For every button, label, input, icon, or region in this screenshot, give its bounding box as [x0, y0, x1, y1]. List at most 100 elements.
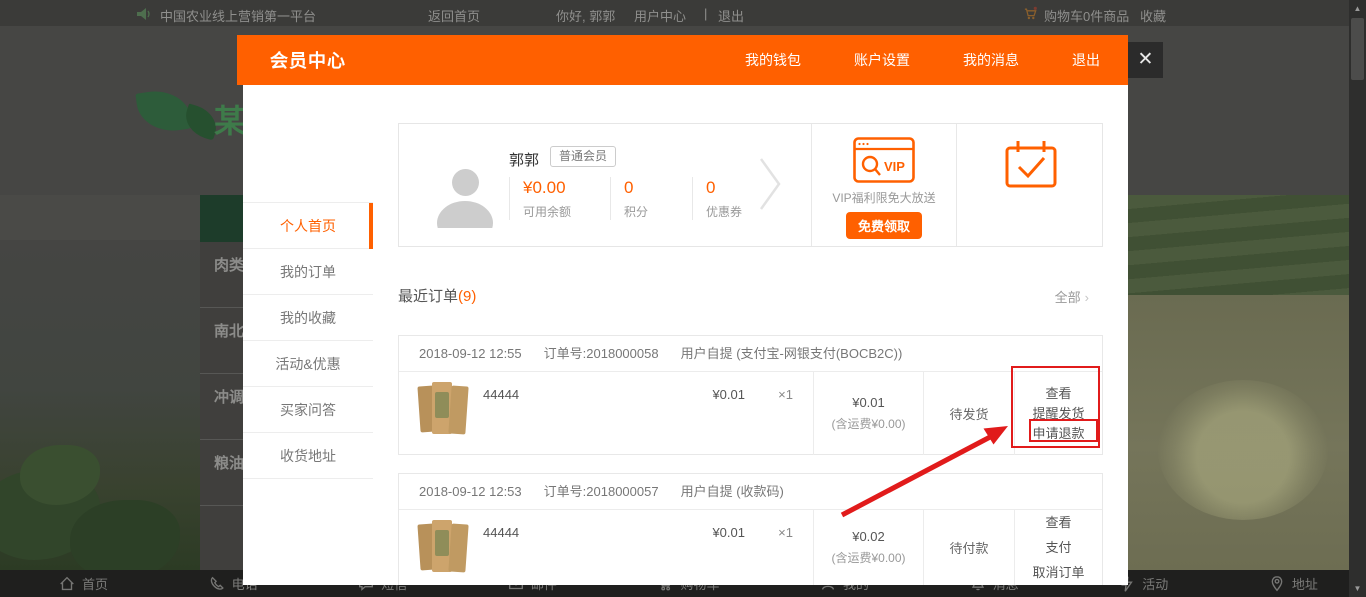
order-card: 2018-09-12 12:55 订单号:2018000058 用户自提 (支付宝-… [398, 335, 1103, 455]
bottomnav-address[interactable]: 地址 [1268, 574, 1318, 593]
action-view[interactable]: 查看 [1045, 384, 1071, 404]
member-sidebar: 个人首页 我的订单 我的收藏 活动&优惠 买家问答 收货地址 [243, 85, 373, 585]
sidebar-item-shipping-address[interactable]: 收货地址 [243, 433, 373, 479]
topbar-separator: | [704, 6, 707, 21]
free-claim-button[interactable]: 免费领取 [846, 212, 922, 239]
order-number: 订单号:2018000057 [544, 484, 659, 499]
modal-title: 会员中心 [270, 47, 346, 73]
sidebar-item-my-orders[interactable]: 我的订单 [243, 249, 373, 295]
product-thumbnail[interactable] [419, 380, 471, 438]
member-modal-body: 个人首页 我的订单 我的收藏 活动&优惠 买家问答 收货地址 郭郭 普通会员 ¥… [243, 85, 1128, 585]
order-datetime: 2018-09-12 12:55 [419, 346, 522, 361]
action-remind-shipment[interactable]: 提醒发货 [1032, 404, 1084, 424]
order-actions-cell: 查看 支付 取消订单 [1014, 510, 1102, 585]
scrollbar-down-icon[interactable]: ▼ [1349, 580, 1366, 597]
scrollbar-thumb[interactable] [1351, 18, 1364, 80]
product-price: ¥0.01 [712, 525, 745, 540]
location-pin-icon [1268, 575, 1286, 593]
product-qty: ×1 [778, 387, 793, 402]
checkin-calendar-icon[interactable] [1004, 139, 1058, 189]
favorites-link[interactable]: 收藏 [1140, 6, 1166, 25]
close-icon[interactable]: ✕ [1128, 42, 1163, 78]
order-product-cell: 44444 ¥0.01 ×1 [399, 510, 813, 585]
order-total: ¥0.02 [852, 529, 885, 544]
site-top-bar: 中国农业线上营销第一平台 返回首页 你好, 郭郭 用户中心 | 退出 购物车0件… [0, 0, 1366, 26]
modal-nav: 我的钱包 账户设置 我的消息 退出 [745, 35, 1100, 85]
product-name[interactable]: 44444 [483, 525, 519, 540]
svg-text:VIP: VIP [884, 159, 905, 174]
phone-icon [208, 575, 226, 593]
order-number: 订单号:2018000058 [544, 346, 659, 361]
action-pay[interactable]: 支付 [1045, 535, 1071, 560]
page-scrollbar[interactable]: ▲ ▼ [1349, 0, 1366, 597]
user-greeting: 你好, 郭郭 [556, 6, 615, 25]
recent-orders-header: 最近订单(9) 全部› [398, 285, 1103, 311]
product-price: ¥0.01 [712, 387, 745, 402]
order-card: 2018-09-12 12:53 订单号:2018000057 用户自提 (收款码)… [398, 473, 1103, 585]
member-content: 郭郭 普通会员 ¥0.00 可用余额 0 积分 0 优惠券 [373, 85, 1128, 585]
action-view[interactable]: 查看 [1045, 510, 1071, 535]
vip-benefit-section: VIP VIP福利限免大放送 免费领取 [811, 124, 956, 246]
order-method: 用户自提 (收款码) [681, 484, 784, 499]
recent-orders-title: 最近订单 [398, 288, 458, 305]
nav-my-messages[interactable]: 我的消息 [963, 50, 1019, 70]
order-header: 2018-09-12 12:53 订单号:2018000057 用户自提 (收款码) [399, 474, 1102, 510]
screen: 中国农业线上营销第一平台 返回首页 你好, 郭郭 用户中心 | 退出 购物车0件… [0, 0, 1366, 597]
sidebar-item-my-favorites[interactable]: 我的收藏 [243, 295, 373, 341]
background-photo-right [1128, 295, 1366, 570]
site-logo-text: 某 [214, 96, 246, 142]
order-header: 2018-09-12 12:55 订单号:2018000058 用户自提 (支付宝-… [399, 336, 1102, 372]
nav-account-settings[interactable]: 账户设置 [854, 50, 910, 70]
cart-count-label[interactable]: 购物车0件商品 [1044, 6, 1129, 25]
logo-leaf-icon [135, 87, 192, 136]
product-thumbnail[interactable] [419, 518, 471, 576]
orders-count: (9) [458, 288, 476, 305]
tea-leaves-decor [70, 500, 180, 580]
profile-stats: ¥0.00 可用余额 0 积分 0 优惠券 [509, 177, 792, 220]
vip-benefit-text: VIP福利限免大放送 [832, 189, 935, 206]
order-datetime: 2018-09-12 12:53 [419, 484, 522, 499]
announcement-speaker-icon [136, 6, 152, 25]
background-photo-left [0, 240, 200, 570]
member-modal-header: 会员中心 我的钱包 账户设置 我的消息 退出 [237, 35, 1128, 85]
user-center-link[interactable]: 用户中心 [634, 6, 686, 25]
back-home-link[interactable]: 返回首页 [428, 6, 480, 25]
site-slogan: 中国农业线上营销第一平台 [160, 6, 316, 25]
stat-points[interactable]: 0 积分 [610, 177, 692, 220]
order-total-cell: ¥0.02 (含运费¥0.00) [813, 510, 923, 585]
member-level-badge: 普通会员 [550, 146, 616, 167]
checkin-section [956, 124, 1104, 246]
chevron-right-icon: › [1085, 290, 1089, 305]
nav-logout[interactable]: 退出 [1072, 50, 1100, 70]
sidebar-item-personal-home[interactable]: 个人首页 [243, 203, 373, 249]
logout-link[interactable]: 退出 [718, 6, 744, 25]
product-name[interactable]: 44444 [483, 387, 519, 402]
order-method: 用户自提 (支付宝-网银支付(BOCB2C)) [681, 346, 903, 361]
stat-balance[interactable]: ¥0.00 可用余额 [509, 177, 610, 220]
sidebar-item-buyer-qa[interactable]: 买家问答 [243, 387, 373, 433]
vip-icon[interactable]: VIP [853, 137, 915, 183]
order-product-cell: 44444 ¥0.01 ×1 [399, 372, 813, 455]
home-icon [58, 575, 76, 593]
order-freight: (含运费¥0.00) [831, 415, 905, 432]
order-status: 待发货 [923, 372, 1014, 455]
order-total: ¥0.01 [852, 395, 885, 410]
order-freight: (含运费¥0.00) [831, 549, 905, 566]
cart-icon[interactable] [1022, 6, 1039, 25]
bottomnav-home[interactable]: 首页 [58, 574, 108, 593]
action-cancel-order[interactable]: 取消订单 [1032, 560, 1084, 585]
sidebar-item-promotions[interactable]: 活动&优惠 [243, 341, 373, 387]
view-all-link[interactable]: 全部› [1055, 287, 1089, 306]
order-total-cell: ¥0.01 (含运费¥0.00) [813, 372, 923, 455]
avatar [435, 166, 495, 228]
profile-card: 郭郭 普通会员 ¥0.00 可用余额 0 积分 0 优惠券 [398, 123, 1103, 247]
profile-more-chevron-icon[interactable] [757, 153, 783, 220]
nav-my-wallet[interactable]: 我的钱包 [745, 50, 801, 70]
action-request-refund[interactable]: 申请退款 [1032, 424, 1084, 444]
background-tea-field [1128, 195, 1366, 295]
teapot-decor [1158, 380, 1328, 520]
product-qty: ×1 [778, 525, 793, 540]
order-status: 待付款 [923, 510, 1014, 585]
scrollbar-up-icon[interactable]: ▲ [1349, 0, 1366, 17]
user-name: 郭郭 [509, 149, 539, 170]
